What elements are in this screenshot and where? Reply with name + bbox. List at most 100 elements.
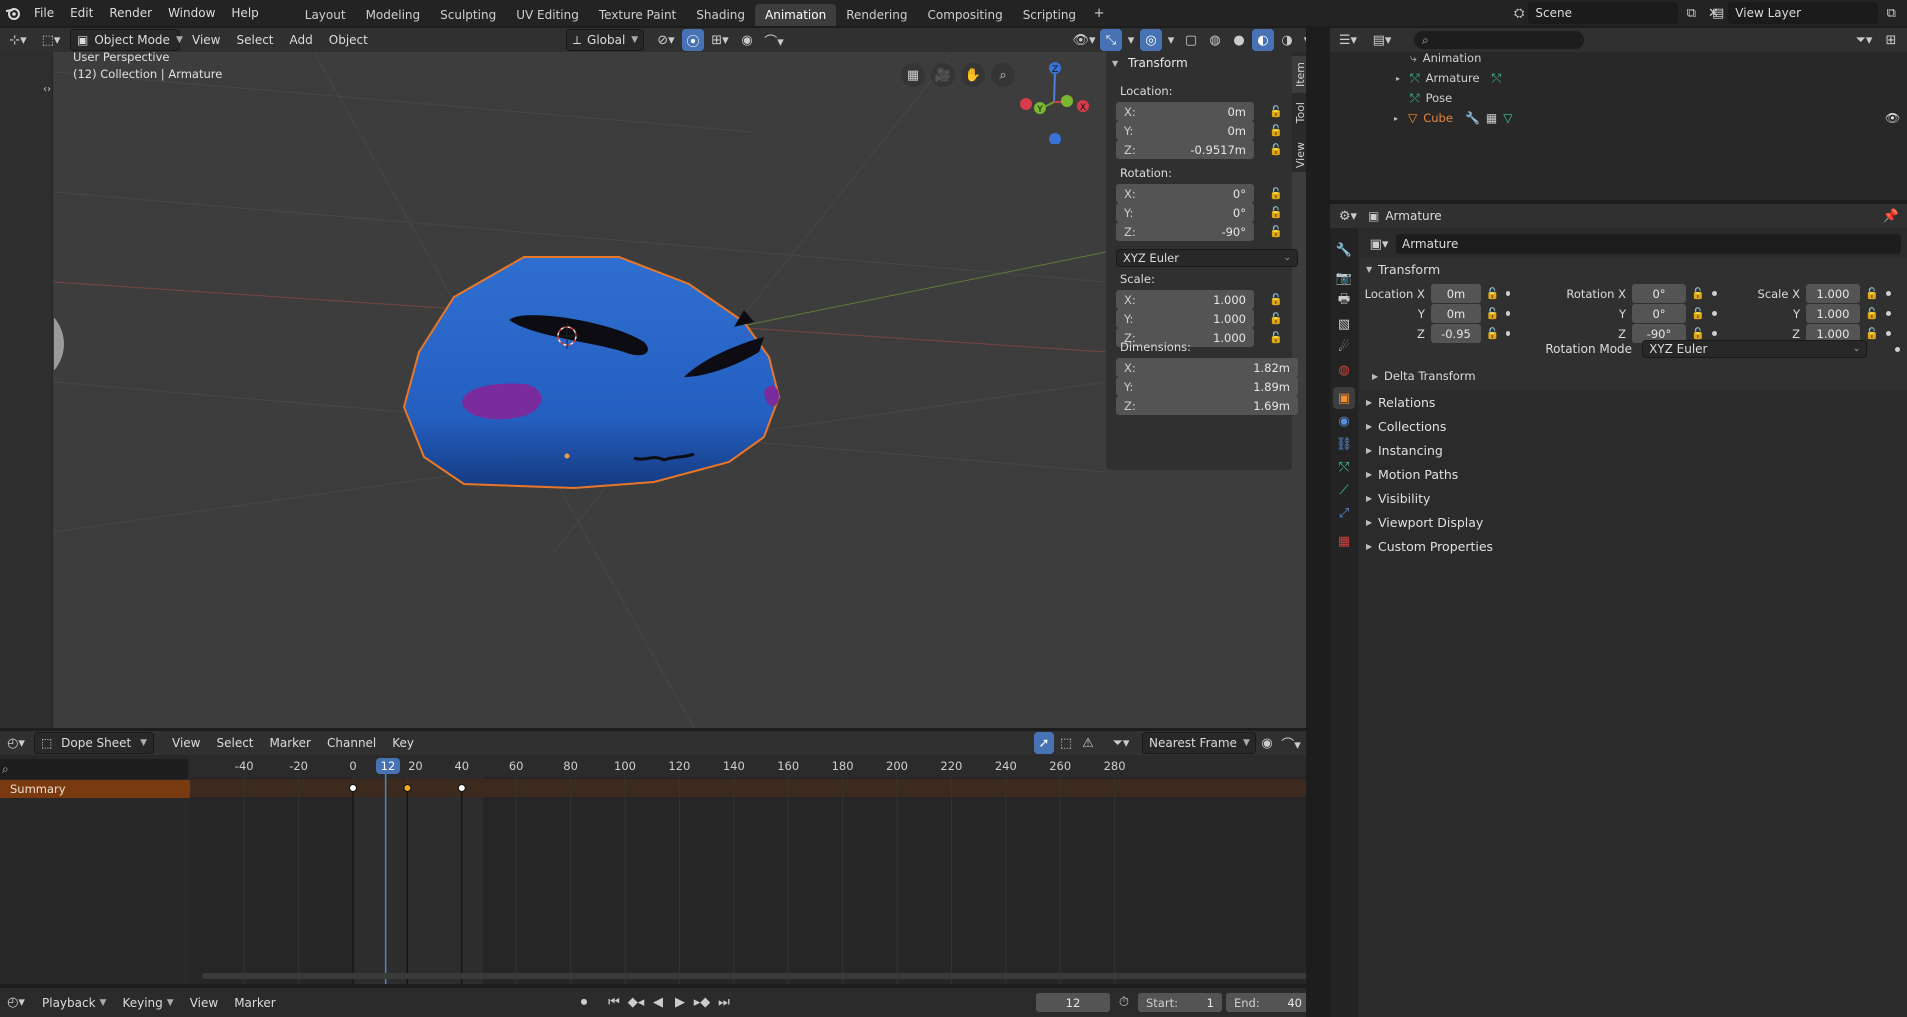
workspace-tab-texture-paint[interactable]: Texture Paint xyxy=(589,4,686,26)
tab-view[interactable]: View xyxy=(1292,136,1306,174)
world-icon[interactable]: ◍ xyxy=(1333,359,1355,381)
jump-end-icon[interactable]: ⏭ xyxy=(714,992,734,1014)
workspace-tab-modeling[interactable]: Modeling xyxy=(356,4,431,26)
workspace-tab-sculpting[interactable]: Sculpting xyxy=(430,4,506,26)
snap-icon[interactable]: ⦿ xyxy=(682,29,704,51)
pan-hand-icon[interactable]: ✋ xyxy=(961,63,985,87)
section-relations[interactable]: ▶ Relations xyxy=(1366,390,1907,414)
object-constraint-icon[interactable]: ⛓ xyxy=(1333,433,1355,455)
overlays-icon[interactable]: ◎ xyxy=(1140,29,1162,51)
play-reverse-icon[interactable]: ◀ xyxy=(648,992,668,1014)
prop-scale-x-field[interactable]: 1.000 xyxy=(1806,284,1860,303)
add-workspace-button[interactable]: + xyxy=(1088,2,1110,24)
keyframe-marker[interactable] xyxy=(457,784,466,792)
current-frame-field[interactable]: 12 xyxy=(1036,993,1110,1012)
solid-shading-icon[interactable]: ● xyxy=(1228,29,1250,51)
section-visibility[interactable]: ▶ Visibility xyxy=(1366,486,1907,510)
lock-icon[interactable]: 🔓 xyxy=(1864,306,1880,322)
section-instancing[interactable]: ▶ Instancing xyxy=(1366,438,1907,462)
viewport-menu-object[interactable]: Object xyxy=(321,30,376,50)
lock-icon[interactable]: 🔓 xyxy=(1268,186,1284,202)
keyframe-marker[interactable] xyxy=(403,784,412,792)
workspace-tab-uv-editing[interactable]: UV Editing xyxy=(506,4,589,26)
proportional-edit-icon[interactable]: ◉ xyxy=(1258,732,1276,754)
falloff-icon[interactable]: ⌒▾ xyxy=(1278,732,1304,754)
keyframe-dot[interactable] xyxy=(1886,331,1891,336)
lock-icon[interactable]: 🔓 xyxy=(1268,142,1284,158)
viewport-menu-add[interactable]: Add xyxy=(282,30,321,50)
transform-section-header[interactable]: ▼ Transform xyxy=(1360,258,1907,280)
outliner-item-pose[interactable]: ⤲ Pose xyxy=(1330,88,1907,108)
3d-viewport[interactable]: ⊹▾ ⬚▾ ▣ Object Mode ▼ View Select Add Objec… xyxy=(0,28,1306,728)
lock-icon[interactable]: 🔓 xyxy=(1268,104,1284,120)
object-icon[interactable]: ▣ xyxy=(1333,387,1355,409)
lock-icon[interactable]: 🔓 xyxy=(1268,224,1284,240)
footer-menu-view[interactable]: View xyxy=(182,993,226,1013)
wireframe-shading-icon[interactable]: ◍ xyxy=(1204,29,1226,51)
proportional-edit-icon[interactable]: ◉ xyxy=(736,29,758,51)
workspace-tab-shading[interactable]: Shading xyxy=(686,4,755,26)
section-collections[interactable]: ▶ Collections xyxy=(1366,414,1907,438)
object-icon[interactable]: ▣▾ xyxy=(1366,233,1392,255)
summary-channel[interactable]: Summary xyxy=(0,780,190,798)
texture-icon[interactable]: ▦ xyxy=(1333,530,1355,552)
keyframe-dot[interactable] xyxy=(1505,331,1510,336)
view-layer-field[interactable]: View Layer xyxy=(1728,2,1879,24)
dopesheet-menu-marker[interactable]: Marker xyxy=(262,733,319,753)
lock-icon[interactable]: 🔓 xyxy=(1268,311,1284,327)
outliner-item-animation[interactable]: ⤷ Animation xyxy=(1330,48,1907,68)
expand-triangle-icon[interactable]: ▸ xyxy=(1394,114,1402,123)
vertex-groups-icon[interactable]: ▦ xyxy=(1486,111,1497,125)
gizmo-dropdown-icon[interactable]: ▾ xyxy=(1124,29,1138,51)
keyframe-marker[interactable] xyxy=(349,784,357,792)
show-hidden-icon[interactable]: ⬚ xyxy=(1056,732,1076,754)
prop-rotation-y-field[interactable]: 0° xyxy=(1632,304,1686,323)
selection-mode-icon[interactable]: ⬚▾ xyxy=(36,29,66,51)
location-z-field[interactable]: Z: -0.9517m xyxy=(1116,140,1254,159)
scene-icon[interactable]: ☄ xyxy=(1333,336,1355,358)
properties-editor[interactable]: ⚙▾ ▣ Armature 📌 🔧 📷 🖶 ▧ ☄ ◍ ▣ ◉ ⛓ ⤲ ⟋ ⤢ … xyxy=(1330,204,1907,1017)
keyframe-region[interactable]: -40 -20 0 20 40 60 80 100 120 140 160 180 200 220 240 2… xyxy=(190,755,1320,984)
keyframe-dot[interactable] xyxy=(1505,291,1510,296)
workspace-tab-rendering[interactable]: Rendering xyxy=(836,4,917,26)
rotation-mode-dropdown[interactable]: XYZ Euler ⌄ xyxy=(1642,340,1868,358)
scale-x-field[interactable]: X: 1.000 xyxy=(1116,290,1254,309)
modifier-wrench-icon[interactable]: 🔧 xyxy=(1465,111,1480,125)
editor-type-icon[interactable]: ⊹▾ xyxy=(4,29,32,51)
overlays-dropdown-icon[interactable]: ▾ xyxy=(1164,29,1178,51)
rotation-z-field[interactable]: Z: -90° xyxy=(1116,222,1254,241)
editor-type-icon[interactable]: ◴▾ xyxy=(2,992,30,1014)
lock-icon[interactable]: 🔓 xyxy=(1690,286,1706,302)
xray-icon[interactable]: ▢ xyxy=(1180,29,1202,51)
expand-triangle-icon[interactable]: ▸ xyxy=(1396,74,1404,83)
camera-icon[interactable]: 🎥 xyxy=(931,63,955,87)
lock-icon[interactable]: 🔓 xyxy=(1690,306,1706,322)
rotation-y-field[interactable]: Y: 0° xyxy=(1116,203,1254,222)
gizmo-icon[interactable]: ⤡ xyxy=(1100,29,1122,51)
armature-data-icon[interactable]: ⤲ xyxy=(1492,71,1502,86)
tab-item[interactable]: Item xyxy=(1292,56,1306,94)
viewport-menu-view[interactable]: View xyxy=(184,30,228,50)
view-layer-icon[interactable]: ▧ xyxy=(1333,313,1355,335)
menu-file[interactable]: File xyxy=(26,3,62,23)
transform-panel-header[interactable]: ▼ Transform xyxy=(1112,56,1188,70)
lock-icon[interactable]: 🔓 xyxy=(1864,286,1880,302)
menu-help[interactable]: Help xyxy=(223,3,266,23)
dopesheet-menu-key[interactable]: Key xyxy=(384,733,422,753)
section-viewport-display[interactable]: ▶ Viewport Display xyxy=(1366,510,1907,534)
prop-rotation-x-field[interactable]: 0° xyxy=(1632,284,1686,303)
visibility-icon[interactable]: 👁▾ xyxy=(1070,29,1098,51)
dopesheet-menu-channel[interactable]: Channel xyxy=(319,733,384,753)
dope-sheet-editor[interactable]: ◴▾ ⬚ Dope Sheet ▼ View Select Marker Channe… xyxy=(0,731,1320,984)
pin-icon[interactable]: 📌 xyxy=(1880,205,1902,227)
prev-keyframe-icon[interactable]: ◆◂ xyxy=(626,992,646,1014)
keyframe-dot[interactable] xyxy=(1895,346,1900,352)
editor-type-icon[interactable]: ⚙▾ xyxy=(1334,205,1362,227)
falloff-icon[interactable]: ⌒▾ xyxy=(760,29,788,51)
only-selected-icon[interactable]: ➚ xyxy=(1034,732,1054,754)
workspace-tab-layout[interactable]: Layout xyxy=(295,4,356,26)
dimensions-z-field[interactable]: Z: 1.69m xyxy=(1116,396,1298,415)
keyframe-dot[interactable] xyxy=(1886,291,1891,296)
section-custom-properties[interactable]: ▶ Custom Properties xyxy=(1366,534,1907,558)
workspace-tab-animation[interactable]: Animation xyxy=(755,4,837,26)
